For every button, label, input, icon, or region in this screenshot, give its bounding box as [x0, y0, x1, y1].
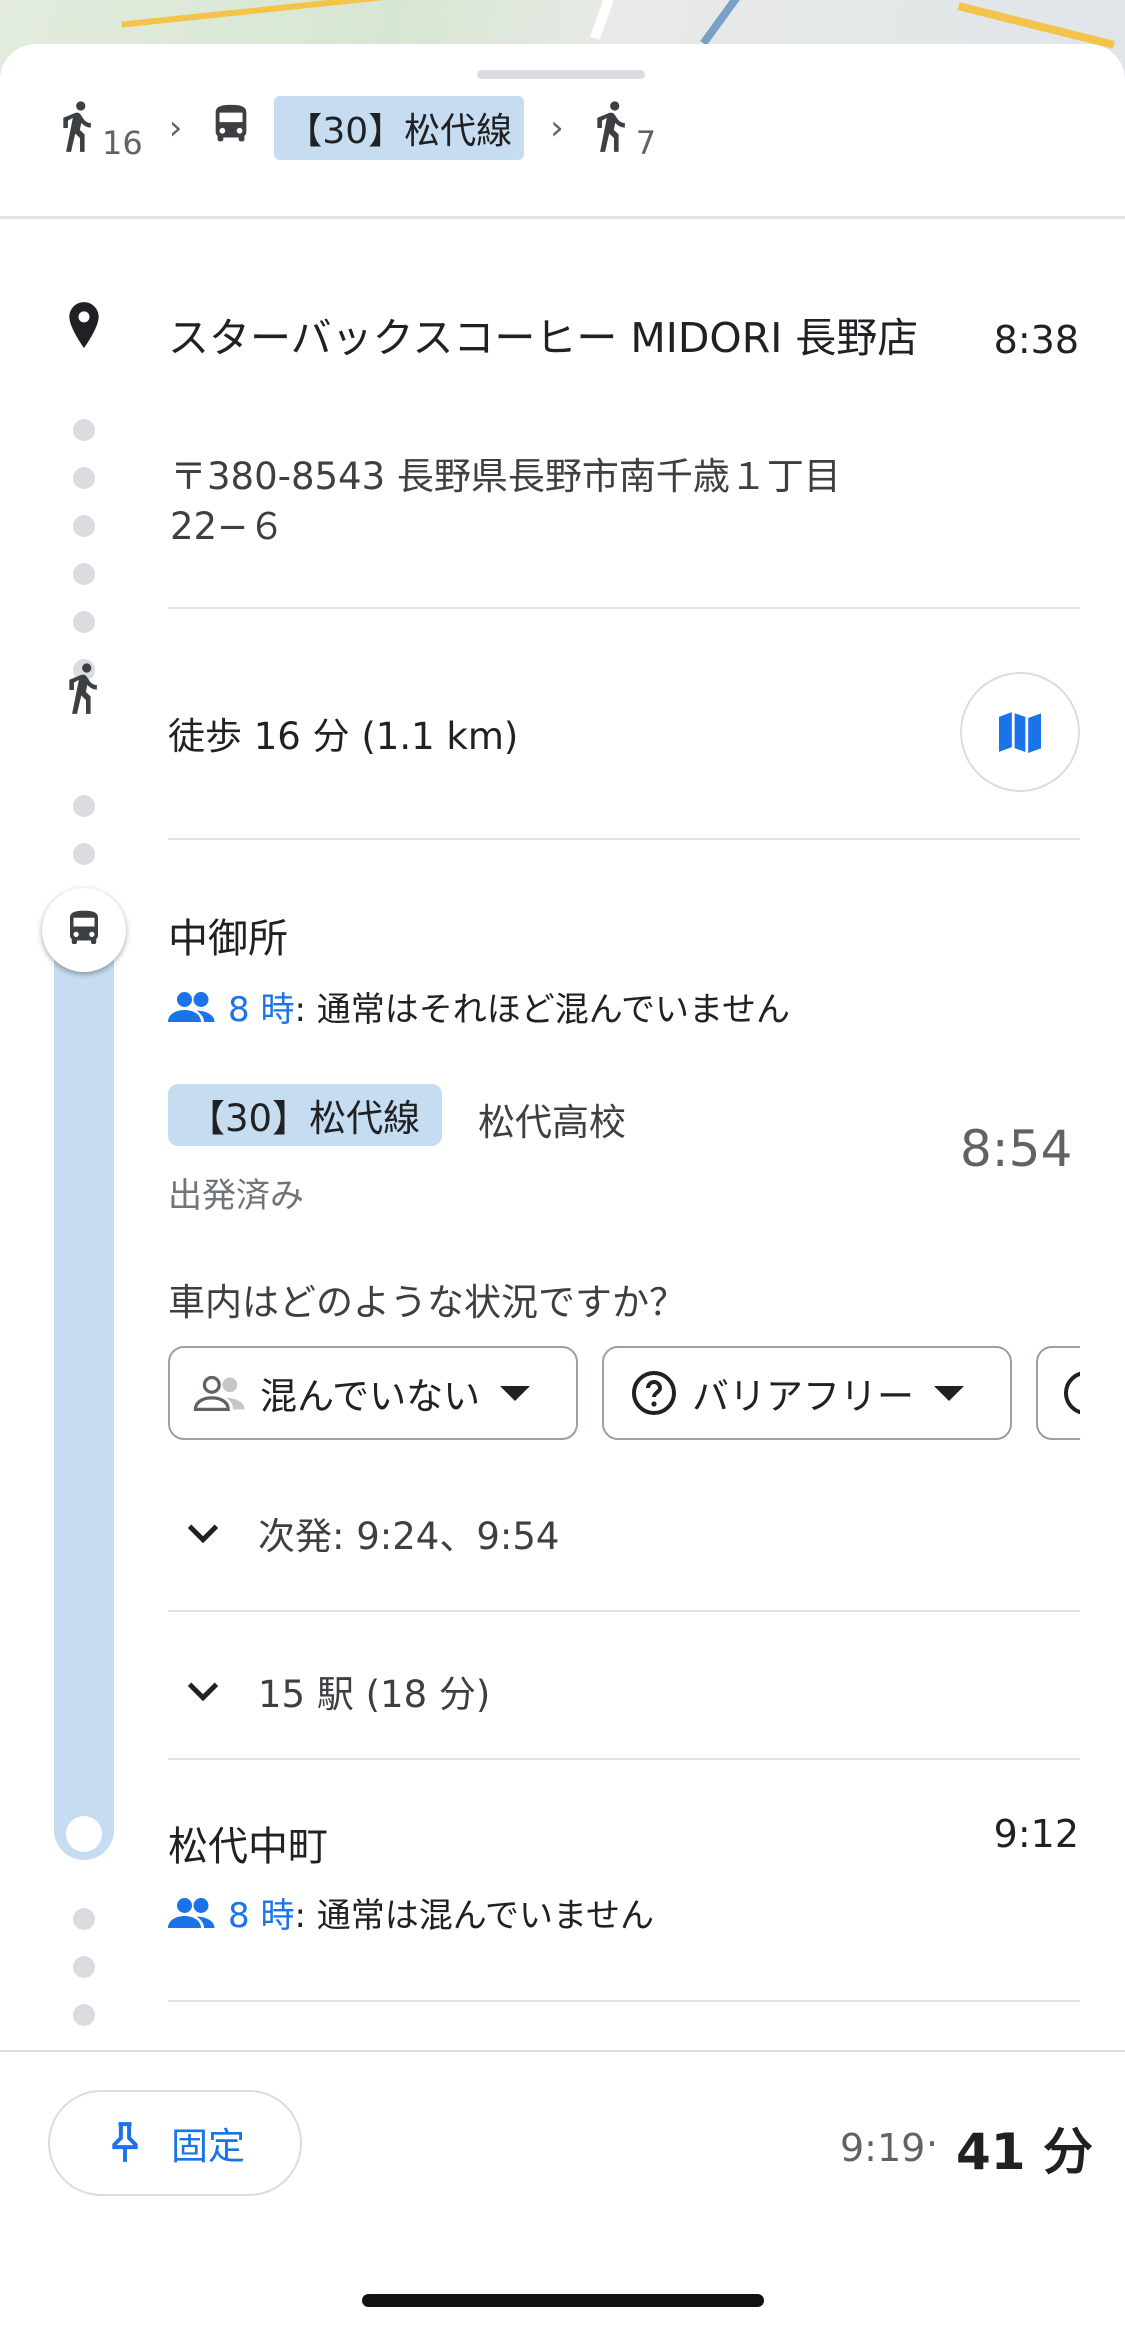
crowd-feedback-chip[interactable]: 混んでいない: [168, 1346, 578, 1440]
timeline-dot: [73, 843, 95, 865]
feedback-chips: 混んでいない バリアフリー: [168, 1346, 1080, 1442]
summary-divider: [0, 216, 1125, 219]
departure-time: 8:54: [960, 1120, 1073, 1178]
timeline-dot: [73, 1908, 95, 1930]
section-divider: [168, 1758, 1080, 1760]
walk-start-minutes: 16: [102, 124, 143, 162]
section-divider: [168, 838, 1080, 840]
walking-icon: [597, 101, 625, 152]
alighting-time: 9:12: [993, 1812, 1079, 1856]
crowd-status: : 通常は混んでいません: [294, 1896, 654, 1936]
separator-dot: ·: [926, 2122, 939, 2166]
bottom-bar-divider: [0, 2050, 1125, 2052]
timeline-dot: [73, 563, 95, 585]
route-line-chip[interactable]: 【30】松代線: [168, 1084, 443, 1146]
help-circle-icon: [632, 1371, 676, 1415]
pin-button-label: 固定: [171, 2125, 245, 2168]
accessibility-feedback-chip[interactable]: バリアフリー: [602, 1346, 1012, 1440]
boarding-crowd-info: 8 時 : 通常はそれほど混んでいません: [168, 982, 790, 1031]
alighting-crowd-info: 8 時 : 通常は混んでいません: [168, 1888, 654, 1937]
walk-end-segment: 7: [590, 100, 656, 162]
people-outline-icon: [193, 1375, 245, 1411]
bus-icon: [208, 101, 254, 155]
pin-icon: [112, 2122, 138, 2162]
chevron-down-icon: [187, 1682, 219, 1702]
walk-start-segment: 16: [56, 100, 143, 162]
crowd-hour: 8 時: [228, 1896, 295, 1936]
section-divider: [168, 2000, 1080, 2002]
people-icon: [168, 991, 215, 1022]
show-map-button[interactable]: [960, 672, 1080, 792]
departure-status: 出発済み: [168, 1176, 304, 1216]
origin-time: 8:38: [993, 318, 1079, 362]
route-summary[interactable]: 16 › 【30】松代線 › 7: [56, 78, 656, 178]
origin-name[interactable]: スターバックスコーヒー MIDORI 長野店: [168, 310, 948, 366]
section-divider: [168, 607, 1080, 609]
walking-icon: [63, 101, 91, 152]
crowd-question: 車内はどのような状況ですか？: [168, 1281, 686, 1324]
stops-toggle[interactable]: 15 駅 (18 分): [180, 1664, 490, 1718]
chevron-down-icon: [187, 1524, 219, 1544]
home-indicator[interactable]: [362, 2294, 764, 2307]
next-departures-text: 次発: 9:24、9:54: [258, 1515, 560, 1558]
origin-address: 〒380-8543 長野県長野市南千歳１丁目22−６: [170, 455, 841, 548]
bus-stop-node: [42, 888, 126, 972]
pin-button[interactable]: 固定: [48, 2090, 302, 2196]
location-pin-icon: [62, 300, 106, 356]
next-departures-toggle[interactable]: 次発: 9:24、9:54: [180, 1506, 559, 1560]
chevron-right-icon: ›: [168, 108, 183, 148]
bus-icon: [70, 910, 98, 944]
map-icon: [999, 712, 1041, 753]
stops-summary-text: 15 駅 (18 分): [258, 1673, 491, 1716]
timeline-dot: [73, 2004, 95, 2026]
alight-stop-node: [66, 1816, 102, 1852]
walk-end-minutes: 7: [635, 124, 657, 162]
total-duration: 41 分: [956, 2123, 1093, 2181]
accessibility-chip-label: バリアフリー: [692, 1375, 914, 1418]
chevron-right-icon: ›: [550, 108, 564, 148]
alighting-stop-name[interactable]: 松代中町: [168, 1814, 328, 1872]
timeline-dot: [73, 1956, 95, 1978]
people-icon: [168, 1897, 215, 1928]
time-icon: [1064, 1371, 1080, 1415]
transit-line-track: [54, 910, 114, 1860]
timeline-dot: [73, 515, 95, 537]
crowd-status: : 通常はそれほど混んでいません: [294, 990, 790, 1030]
dropdown-caret-icon: [500, 1385, 531, 1401]
timeline-dot: [73, 795, 95, 817]
boarding-stop-name[interactable]: 中御所: [168, 906, 288, 964]
crowd-chip-label: 混んでいない: [260, 1375, 481, 1418]
crowd-hour: 8 時: [228, 990, 295, 1030]
timeline-dot: [73, 419, 95, 441]
route-destination: 松代高校: [478, 1101, 626, 1144]
more-feedback-chip[interactable]: [1036, 1346, 1080, 1440]
route-line-chip: 【30】松代線: [274, 96, 525, 160]
walk-duration[interactable]: 徒歩 16 分 (1.1 km): [168, 706, 518, 760]
timeline-dot: [73, 611, 95, 633]
section-divider: [168, 1610, 1080, 1612]
arrival-time: 9:19: [840, 2126, 926, 2170]
walking-icon: [62, 662, 106, 722]
timeline-dot: [73, 467, 95, 489]
dropdown-caret-icon: [934, 1385, 964, 1401]
